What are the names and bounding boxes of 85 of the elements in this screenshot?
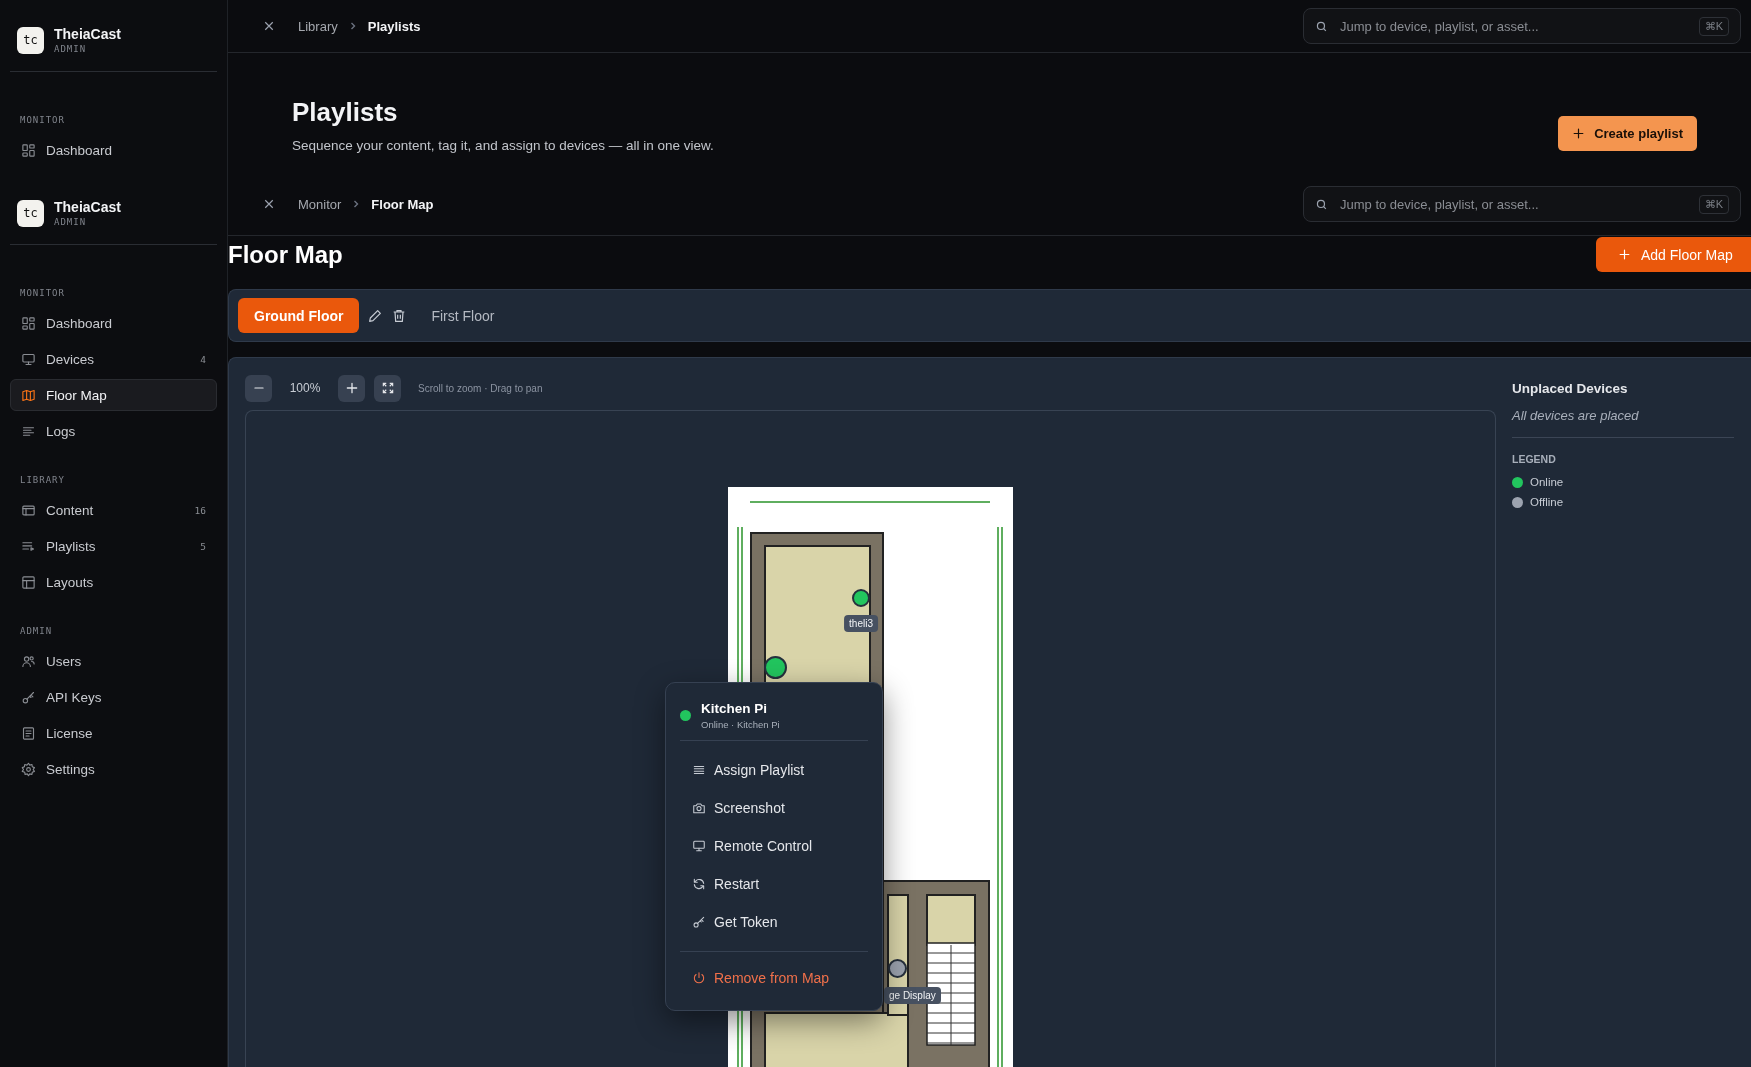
document-icon [21,725,36,741]
brand-name: TheiaCast [54,26,121,42]
search-field[interactable]: Jump to device, playlist, or asset... ⌘K [1303,186,1741,222]
layout-icon [21,574,36,590]
device-label: ge Display [884,987,941,1004]
legend-title: LEGEND [1512,453,1557,465]
expand-icon [380,381,395,395]
key-icon [21,689,36,705]
sidebar-item[interactable]: Dashboard [10,134,217,166]
grid-icon [21,315,36,331]
role-label: ADMIN [54,44,88,54]
device-label: theli3 [844,615,878,632]
search-field[interactable]: Jump to device, playlist, or asset... ⌘K [1303,8,1741,44]
settings-icon [21,761,36,777]
page-title: Floor Map [228,240,343,269]
table-icon [21,502,36,518]
empty-message: All devices are placed [1512,408,1734,438]
grid-icon [21,142,36,158]
menu-item[interactable]: Restart [680,865,868,903]
breadcrumb-link[interactable]: Floor Map [371,196,434,212]
device-name: Kitchen Pi [701,701,768,716]
menu-item[interactable]: Screenshot [680,789,868,827]
map-canvas[interactable]: theli3 ge Display Kitchen Pi Online · Kitchen Pi Assign Playlist Screenshot Remote Control Restart Get Token Remove from Map [245,410,1496,1067]
page-subtitle: Sequence your content, tag it, and assign to devices — all in one view. [292,138,714,153]
menu-item[interactable]: Assign Playlist [680,751,868,789]
zoom-out-button[interactable] [245,374,272,402]
monitor-icon [21,351,36,367]
count-label: 16 [194,504,206,516]
sidebar-item[interactable]: Floor Map [10,379,217,411]
sidebar-item[interactable]: Devices 4 [10,343,217,375]
menu-item[interactable]: Get Token [680,903,868,941]
breadcrumb-link[interactable]: Playlists [367,18,421,34]
plus-icon [1572,127,1586,140]
users-icon [21,653,36,669]
plus-icon [344,381,359,395]
key-icon [692,915,706,929]
shortcut-hint: ⌘K [1698,16,1729,36]
shortcut-hint: ⌘K [1698,194,1729,214]
sidebar-item[interactable]: Settings [10,753,217,785]
pencil-icon[interactable] [367,307,384,324]
create-playlist-button[interactable]: Create playlist [1558,116,1697,151]
count-label: 5 [200,540,206,552]
floor-tab[interactable]: First Floor [415,298,511,333]
legend-label: Online [1530,476,1564,488]
menu-item[interactable]: Remote Control [680,827,868,865]
role-label: ADMIN [54,217,88,227]
section-title: ADMIN [19,626,54,636]
sidebar-item[interactable]: Playlists 5 [10,530,217,562]
search-input[interactable]: Jump to device, playlist, or asset... [1338,195,1689,213]
search-icon [1315,19,1328,33]
device-status-text: Online · Kitchen Pi [701,719,780,730]
page-title: Playlists [292,97,399,128]
breadcrumb-link[interactable]: Library [298,18,338,34]
legend-label: Offline [1530,496,1564,508]
search-input[interactable]: Jump to device, playlist, or asset... [1338,17,1689,35]
breadcrumb-link[interactable]: Monitor [298,196,342,212]
sidebar-item[interactable]: Logs [10,415,217,447]
search-icon [1315,197,1328,211]
refresh-icon [692,877,706,891]
sidebar-item[interactable]: Layouts [10,566,217,598]
zoom-in-button[interactable] [338,374,365,402]
section-title: LIBRARY [19,475,66,485]
sidebar-item[interactable]: Content 16 [10,494,217,526]
sidebar-item[interactable]: Users [10,645,217,677]
monitor-icon [692,839,706,853]
logo: tc [17,199,44,227]
floor-tab[interactable]: Ground Floor [238,298,360,333]
plus-icon [1618,248,1631,261]
section-title: MONITOR [19,115,66,125]
logo: tc [17,26,44,54]
add-floor-map-button[interactable]: Add Floor Map [1596,237,1751,272]
sidebar-item[interactable]: License [10,717,217,749]
hint-text: Scroll to zoom · Drag to pan [418,382,543,394]
map-icon [21,387,36,403]
count-label: 4 [200,353,206,365]
panel-title: Unplaced Devices [1512,381,1629,396]
brand-name: TheiaCast [54,199,121,215]
power-icon [692,971,706,985]
list-icon [692,763,706,777]
zoom-level: 100% [288,381,322,395]
sidebar-item[interactable]: API Keys [10,681,217,713]
section-title: MONITOR [19,288,66,298]
fit-button[interactable] [374,374,401,402]
camera-icon [692,801,706,815]
sidebar-item[interactable]: Dashboard [10,307,217,339]
